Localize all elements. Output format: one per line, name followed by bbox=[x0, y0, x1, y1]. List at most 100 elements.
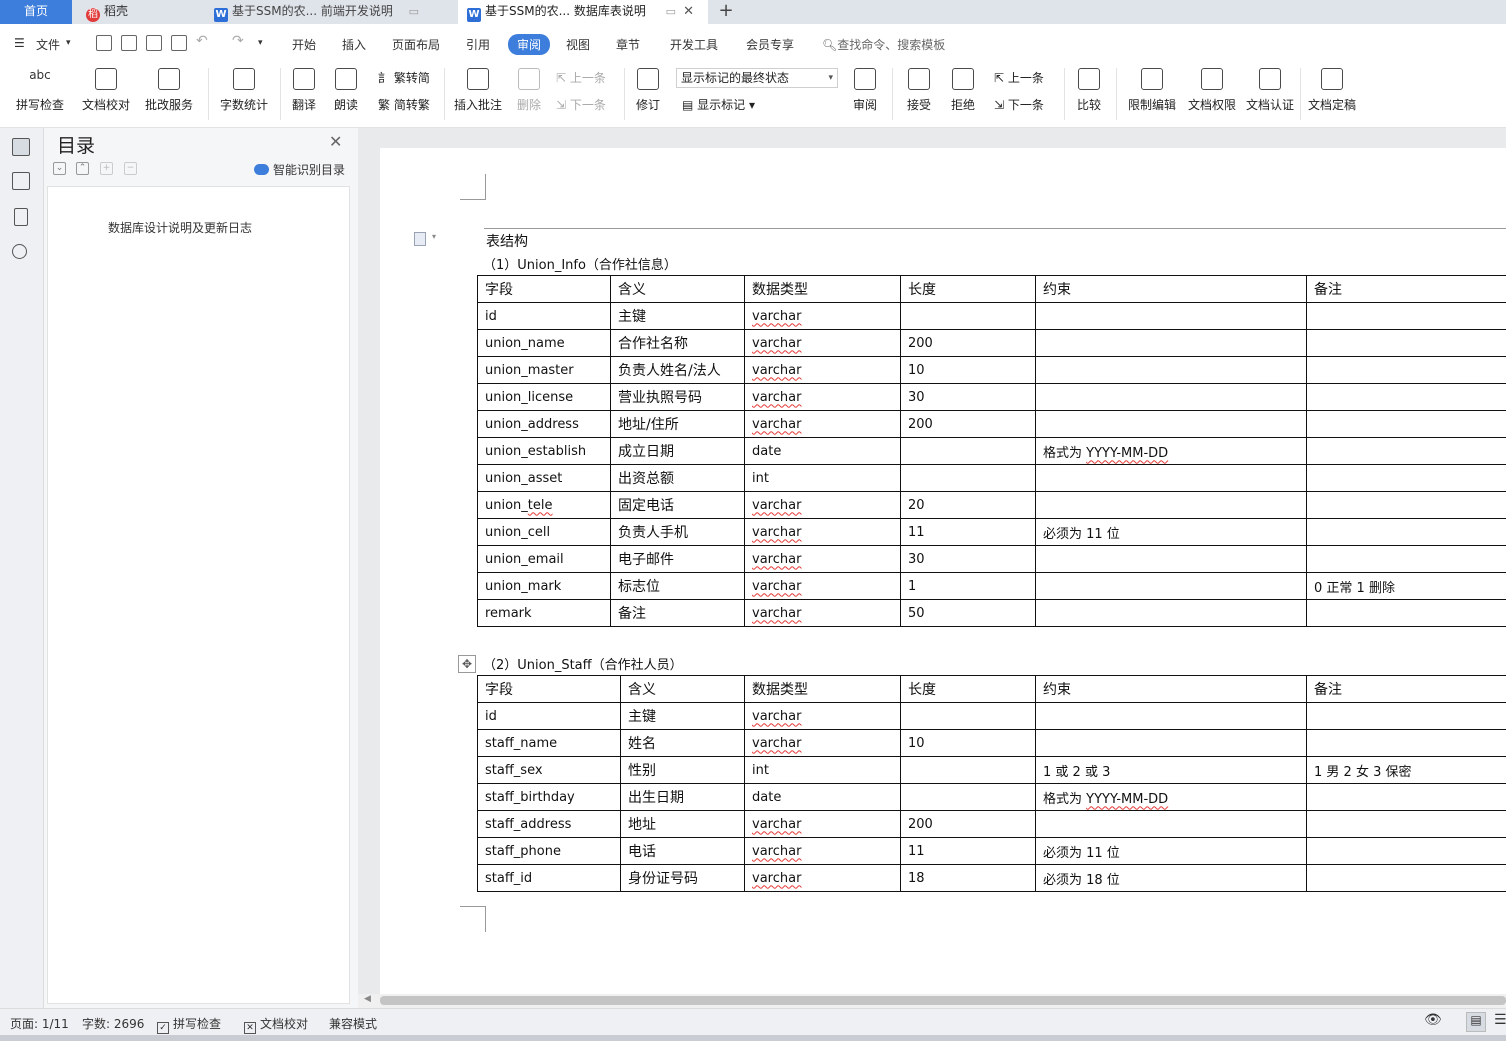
markup-display-select[interactable]: 显示标记的最终状态 ▾ bbox=[676, 68, 838, 88]
document-page[interactable]: ▾ 表结构 （1）Union_Info（合作社信息） 字段 含义 数据类型 长度 约束备… bbox=[380, 148, 1506, 994]
table-cell[interactable] bbox=[1306, 810, 1506, 838]
batch-service-button[interactable]: 批改服务 bbox=[138, 64, 200, 124]
table-cell[interactable]: union_master bbox=[477, 356, 611, 384]
search-icon[interactable] bbox=[12, 244, 27, 259]
reject-button[interactable]: 拒绝 bbox=[944, 64, 982, 124]
doc-permission-button[interactable]: 文档权限 bbox=[1184, 64, 1240, 124]
table-cell[interactable]: staff_id bbox=[477, 864, 621, 892]
table-header-cell[interactable]: 约束 bbox=[1035, 675, 1307, 703]
table-cell[interactable] bbox=[1306, 518, 1506, 546]
table-cell[interactable]: 主键 bbox=[610, 302, 745, 330]
close-tab-icon[interactable]: ✕ bbox=[683, 0, 694, 23]
table-cell[interactable]: 出生日期 bbox=[620, 783, 745, 811]
table-cell[interactable]: 格式为 YYYY-MM-DD bbox=[1035, 437, 1307, 465]
table-cell[interactable]: 主键 bbox=[620, 702, 745, 730]
scrollbar-thumb[interactable] bbox=[380, 996, 1506, 1005]
table-cell[interactable]: union_address bbox=[477, 410, 611, 438]
table-cell[interactable]: int bbox=[744, 756, 901, 784]
table-cell[interactable]: varchar bbox=[744, 729, 901, 757]
table-cell[interactable]: 标志位 bbox=[610, 572, 745, 600]
table-cell[interactable] bbox=[1035, 383, 1307, 411]
table-cell[interactable]: 200 bbox=[900, 329, 1036, 357]
table-cell[interactable]: 合作社名称 bbox=[610, 329, 745, 357]
table-cell[interactable]: 地址 bbox=[620, 810, 745, 838]
table-cell[interactable]: 负责人姓名/法人 bbox=[610, 356, 745, 384]
table-cell[interactable]: staff_phone bbox=[477, 837, 621, 865]
table-cell[interactable]: 姓名 bbox=[620, 729, 745, 757]
next-comment-button[interactable]: ⇲ 下一条 bbox=[556, 96, 606, 113]
table-cell[interactable]: id bbox=[477, 702, 621, 730]
prev-comment-button[interactable]: ⇱ 上一条 bbox=[556, 69, 606, 86]
table-cell[interactable]: 必须为 18 位 bbox=[1035, 864, 1307, 892]
file-menu[interactable]: 文件 bbox=[36, 36, 60, 53]
simp-to-trad-button[interactable]: 繁 简转繁 bbox=[378, 96, 430, 113]
table-cell[interactable]: 200 bbox=[900, 410, 1036, 438]
table-cell[interactable] bbox=[1306, 437, 1506, 465]
spelling-mark[interactable]: tele bbox=[528, 498, 553, 513]
table-cell[interactable]: varchar bbox=[744, 356, 901, 384]
table-header-cell[interactable]: 备注 bbox=[1306, 275, 1506, 303]
table-cell[interactable] bbox=[1035, 329, 1307, 357]
table-cell[interactable]: 10 bbox=[900, 729, 1036, 757]
outline-view-icon[interactable]: ☰ bbox=[1494, 1012, 1506, 1028]
chevron-down-icon[interactable]: ▾ bbox=[66, 38, 71, 48]
table-header-cell[interactable]: 备注 bbox=[1306, 675, 1506, 703]
pin-icon[interactable]: ▭ bbox=[666, 0, 676, 23]
table-cell[interactable] bbox=[1306, 329, 1506, 357]
table-cell[interactable]: staff_birthday bbox=[477, 783, 621, 811]
spelling-mark[interactable]: YYYY-MM-DD bbox=[1086, 792, 1168, 807]
spell-check-button[interactable]: abc 拼写检查 bbox=[8, 64, 72, 124]
table-cell[interactable] bbox=[1306, 729, 1506, 757]
menu-review[interactable]: 审阅 bbox=[508, 34, 551, 55]
table-cell[interactable] bbox=[1306, 599, 1506, 627]
table-cell[interactable] bbox=[1035, 491, 1307, 519]
table-cell[interactable]: varchar bbox=[744, 864, 901, 892]
table-cell[interactable]: id bbox=[477, 302, 611, 330]
table-cell[interactable] bbox=[900, 437, 1036, 465]
word-count-button[interactable]: 字数统计 bbox=[216, 64, 272, 124]
insert-comment-button[interactable]: 插入批注 bbox=[452, 64, 504, 124]
table-cell[interactable]: 固定电话 bbox=[610, 491, 745, 519]
table-cell[interactable]: union_tele bbox=[477, 491, 611, 519]
table-cell[interactable] bbox=[1306, 356, 1506, 384]
table-cell[interactable]: 30 bbox=[900, 545, 1036, 573]
compare-button[interactable]: 比较 bbox=[1070, 64, 1108, 124]
table-cell[interactable]: varchar bbox=[744, 599, 901, 627]
paragraph-layout-icon[interactable] bbox=[414, 232, 426, 246]
table-cell[interactable]: 1 男 2 女 3 保密 bbox=[1306, 756, 1506, 784]
table-header-cell[interactable]: 含义 bbox=[610, 275, 745, 303]
menu-dev-tools[interactable]: 开发工具 bbox=[670, 36, 718, 53]
table-cell[interactable]: union_name bbox=[477, 329, 611, 357]
translate-button[interactable]: 翻译 bbox=[286, 64, 322, 124]
table-cell[interactable]: 0 正常 1 删除 bbox=[1306, 572, 1506, 600]
table-header-cell[interactable]: 数据类型 bbox=[744, 675, 901, 703]
table-cell[interactable] bbox=[900, 702, 1036, 730]
table-cell[interactable]: 必须为 11 位 bbox=[1035, 837, 1307, 865]
doc-proofread-button[interactable]: 文档校对 bbox=[78, 64, 134, 124]
tab-doc-database[interactable]: W 基于SSM的农... 数据库表说明 ▭ ✕ bbox=[458, 0, 708, 24]
close-icon[interactable]: ✕ bbox=[329, 132, 342, 151]
revise-button[interactable]: 修订 bbox=[630, 64, 666, 124]
table-cell[interactable] bbox=[1035, 464, 1307, 492]
table-cell[interactable]: 1 或 2 或 3 bbox=[1035, 756, 1307, 784]
expand-all-icon[interactable]: ⌄ bbox=[53, 162, 66, 175]
table-cell[interactable]: varchar bbox=[744, 491, 901, 519]
accept-button[interactable]: 接受 bbox=[900, 64, 938, 124]
menu-insert[interactable]: 插入 bbox=[342, 36, 366, 53]
redo-icon[interactable]: ↷ bbox=[232, 33, 244, 49]
add-heading-icon[interactable]: + bbox=[100, 162, 113, 175]
undo-icon[interactable]: ↶ bbox=[196, 33, 208, 49]
prev-change-button[interactable]: ⇱ 上一条 bbox=[994, 69, 1044, 86]
table-cell[interactable]: varchar bbox=[744, 383, 901, 411]
table-cell[interactable]: varchar bbox=[744, 837, 901, 865]
menu-member[interactable]: 会员专享 bbox=[746, 36, 794, 53]
command-search[interactable]: 🔍︎查找命令、搜索模板 bbox=[822, 36, 945, 53]
union-info-table[interactable]: 字段 含义 数据类型 长度 约束 备注 id 主键 varchar union_name 合作社名称… bbox=[477, 275, 1506, 627]
spell-check-status[interactable]: ✓ 拼写检查 bbox=[157, 1015, 221, 1034]
chapter-nav-icon[interactable] bbox=[12, 172, 30, 190]
table-header-cell[interactable]: 长度 bbox=[900, 675, 1036, 703]
table-cell[interactable]: 电子邮件 bbox=[610, 545, 745, 573]
table-cell[interactable] bbox=[1306, 302, 1506, 330]
save-icon[interactable] bbox=[96, 35, 112, 51]
table-cell[interactable] bbox=[1035, 356, 1307, 384]
